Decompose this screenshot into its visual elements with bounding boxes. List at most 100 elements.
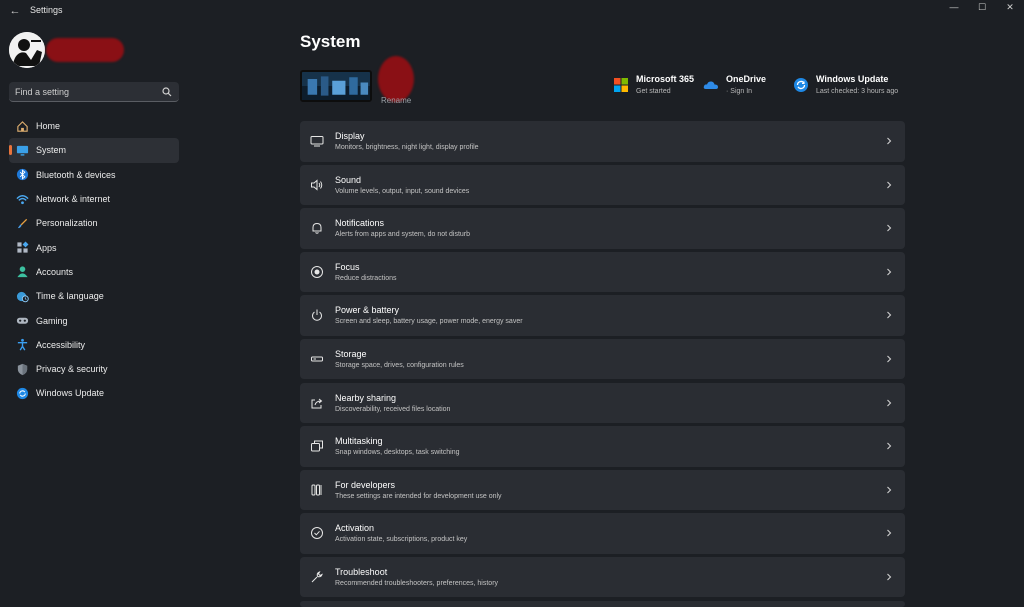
display-icon xyxy=(310,134,324,148)
card-subtitle: These settings are intended for developm… xyxy=(335,492,502,500)
sidebar-item-label: Accessibility xyxy=(36,339,86,350)
card-title: Sound xyxy=(335,174,362,185)
chevron-right-icon xyxy=(887,573,892,581)
sidebar-item-label: Network & internet xyxy=(36,194,111,205)
card-notifications[interactable]: Notifications Alerts from apps and syste… xyxy=(300,208,905,249)
sidebar-item-windows-update[interactable]: Windows Update xyxy=(9,381,179,405)
card-for-developers[interactable]: For developers These settings are intend… xyxy=(300,469,905,511)
chevron-right-icon xyxy=(887,311,892,319)
check-circle-icon xyxy=(310,526,324,540)
search-icon[interactable] xyxy=(162,87,172,97)
sidebar-item-personalization[interactable]: Personalization xyxy=(9,211,179,235)
rename-link[interactable]: Rename xyxy=(381,96,411,105)
speaker-icon xyxy=(310,178,324,192)
chevron-right-icon xyxy=(887,181,892,188)
sidebar-item-label: Home xyxy=(36,121,61,132)
card-storage[interactable]: Storage Storage space, drives, configura… xyxy=(300,338,905,380)
sidebar-item-bluetooth[interactable]: Bluetooth & devices xyxy=(9,163,179,187)
bell-icon xyxy=(310,221,324,235)
windows-update-icon xyxy=(794,78,808,92)
card-activation[interactable]: Activation Activation state, subscriptio… xyxy=(300,513,905,554)
sidebar-item-label: Personalization xyxy=(36,218,98,229)
card-power-battery[interactable]: Power & battery Screen and sleep, batter… xyxy=(300,295,905,336)
sidebar-item-gaming[interactable]: Gaming xyxy=(9,308,179,332)
card-subtitle: Recommended troubleshooters, preferences… xyxy=(335,579,499,587)
gamepad-icon xyxy=(15,314,29,328)
home-icon xyxy=(15,119,29,133)
card-title: Display xyxy=(335,131,365,141)
card-title: Multitasking xyxy=(335,436,383,447)
sidebar-item-accessibility[interactable]: Accessibility xyxy=(9,333,179,357)
card-subtitle: Reduce distractions xyxy=(335,274,397,282)
search-input[interactable] xyxy=(15,82,155,101)
sidebar-item-accounts[interactable]: Accounts xyxy=(9,260,179,284)
card-display[interactable]: Display Monitors, brightness, night ligh… xyxy=(300,121,905,162)
sidebar-nav: Home System Bluetooth & devices Network … xyxy=(9,114,179,406)
card-subtitle: Volume levels, output, input, sound devi… xyxy=(335,187,470,195)
sidebar-item-apps[interactable]: Apps xyxy=(9,235,179,259)
search-box[interactable] xyxy=(9,82,179,102)
sidebar-item-label: Apps xyxy=(36,242,57,253)
person-icon xyxy=(15,265,29,279)
sidebar-item-label: Gaming xyxy=(36,315,68,326)
sidebar-item-label: Windows Update xyxy=(36,388,105,399)
quick-link-subtitle: Get started xyxy=(636,88,671,95)
share-icon xyxy=(310,396,324,410)
developer-tools-icon xyxy=(310,483,324,497)
chevron-right-icon xyxy=(887,399,892,406)
close-button[interactable]: ✕ xyxy=(994,0,1024,14)
card-title: Nearby sharing xyxy=(335,392,397,403)
sidebar-item-home[interactable]: Home xyxy=(9,114,179,138)
multitasking-icon xyxy=(310,439,324,453)
sidebar-item-label: Time & language xyxy=(36,291,104,302)
wrench-icon xyxy=(310,570,324,584)
sidebar-item-privacy[interactable]: Privacy & security xyxy=(9,357,179,381)
chevron-right-icon xyxy=(887,529,892,537)
card-title: Notifications xyxy=(335,218,385,229)
card-troubleshoot[interactable]: Troubleshoot Recommended troubleshooters… xyxy=(300,556,905,598)
sidebar-item-network[interactable]: Network & internet xyxy=(9,187,179,211)
card-partially-visible[interactable] xyxy=(300,600,905,607)
sidebar-item-time-language[interactable]: Time & language xyxy=(9,284,179,308)
windows-update-link[interactable]: Windows Update Last checked: 3 hours ago xyxy=(793,74,898,95)
onedrive-link[interactable]: OneDrive · Sign In xyxy=(703,74,766,95)
card-title: For developers xyxy=(335,479,396,490)
card-nearby-sharing[interactable]: Nearby sharing Discoverability, received… xyxy=(300,382,905,424)
title-bar: ← Settings — ☐ ✕ xyxy=(0,0,1024,22)
microsoft-365-icon xyxy=(614,78,628,92)
focus-icon xyxy=(310,265,324,279)
quick-link-subtitle: · Sign In xyxy=(726,88,753,95)
card-focus[interactable]: Focus Reduce distractions xyxy=(300,251,905,293)
shield-icon xyxy=(15,362,29,376)
microsoft-365-link[interactable]: Microsoft 365 Get started xyxy=(613,74,694,95)
back-arrow-icon[interactable]: ← xyxy=(8,4,22,18)
page-title: System xyxy=(300,32,361,51)
chevron-right-icon xyxy=(887,355,892,363)
monitor-icon xyxy=(15,143,29,157)
user-avatar-icon xyxy=(9,32,45,68)
onedrive-icon xyxy=(703,81,718,89)
redacted-user-name xyxy=(46,38,124,62)
card-subtitle: Monitors, brightness, night light, displ… xyxy=(335,144,479,151)
card-subtitle: Activation state, subscriptions, product… xyxy=(335,536,468,544)
avatar[interactable] xyxy=(9,32,45,68)
globe-clock-icon xyxy=(15,289,29,303)
sidebar-item-system[interactable]: System xyxy=(9,138,179,163)
chevron-right-icon xyxy=(887,486,892,494)
sidebar-item-label: Accounts xyxy=(36,266,74,277)
card-title: Storage xyxy=(335,348,367,359)
card-subtitle: Snap windows, desktops, task switching xyxy=(335,449,460,457)
card-title: Power & battery xyxy=(335,305,400,316)
card-sound[interactable]: Sound Volume levels, output, input, soun… xyxy=(300,164,905,206)
bluetooth-icon xyxy=(15,168,29,182)
card-subtitle: Screen and sleep, battery usage, power m… xyxy=(335,318,523,326)
app-title: Settings xyxy=(30,5,63,15)
quick-link-title: OneDrive xyxy=(726,74,767,84)
quick-link-subtitle: Last checked: 3 hours ago xyxy=(816,88,899,95)
card-subtitle: Storage space, drives, configuration rul… xyxy=(335,361,464,369)
brush-icon xyxy=(15,216,29,230)
device-wallpaper-thumbnail xyxy=(300,70,372,102)
card-title: Focus xyxy=(335,261,360,272)
chevron-right-icon xyxy=(887,442,892,450)
card-multitasking[interactable]: Multitasking Snap windows, desktops, tas… xyxy=(300,426,905,467)
